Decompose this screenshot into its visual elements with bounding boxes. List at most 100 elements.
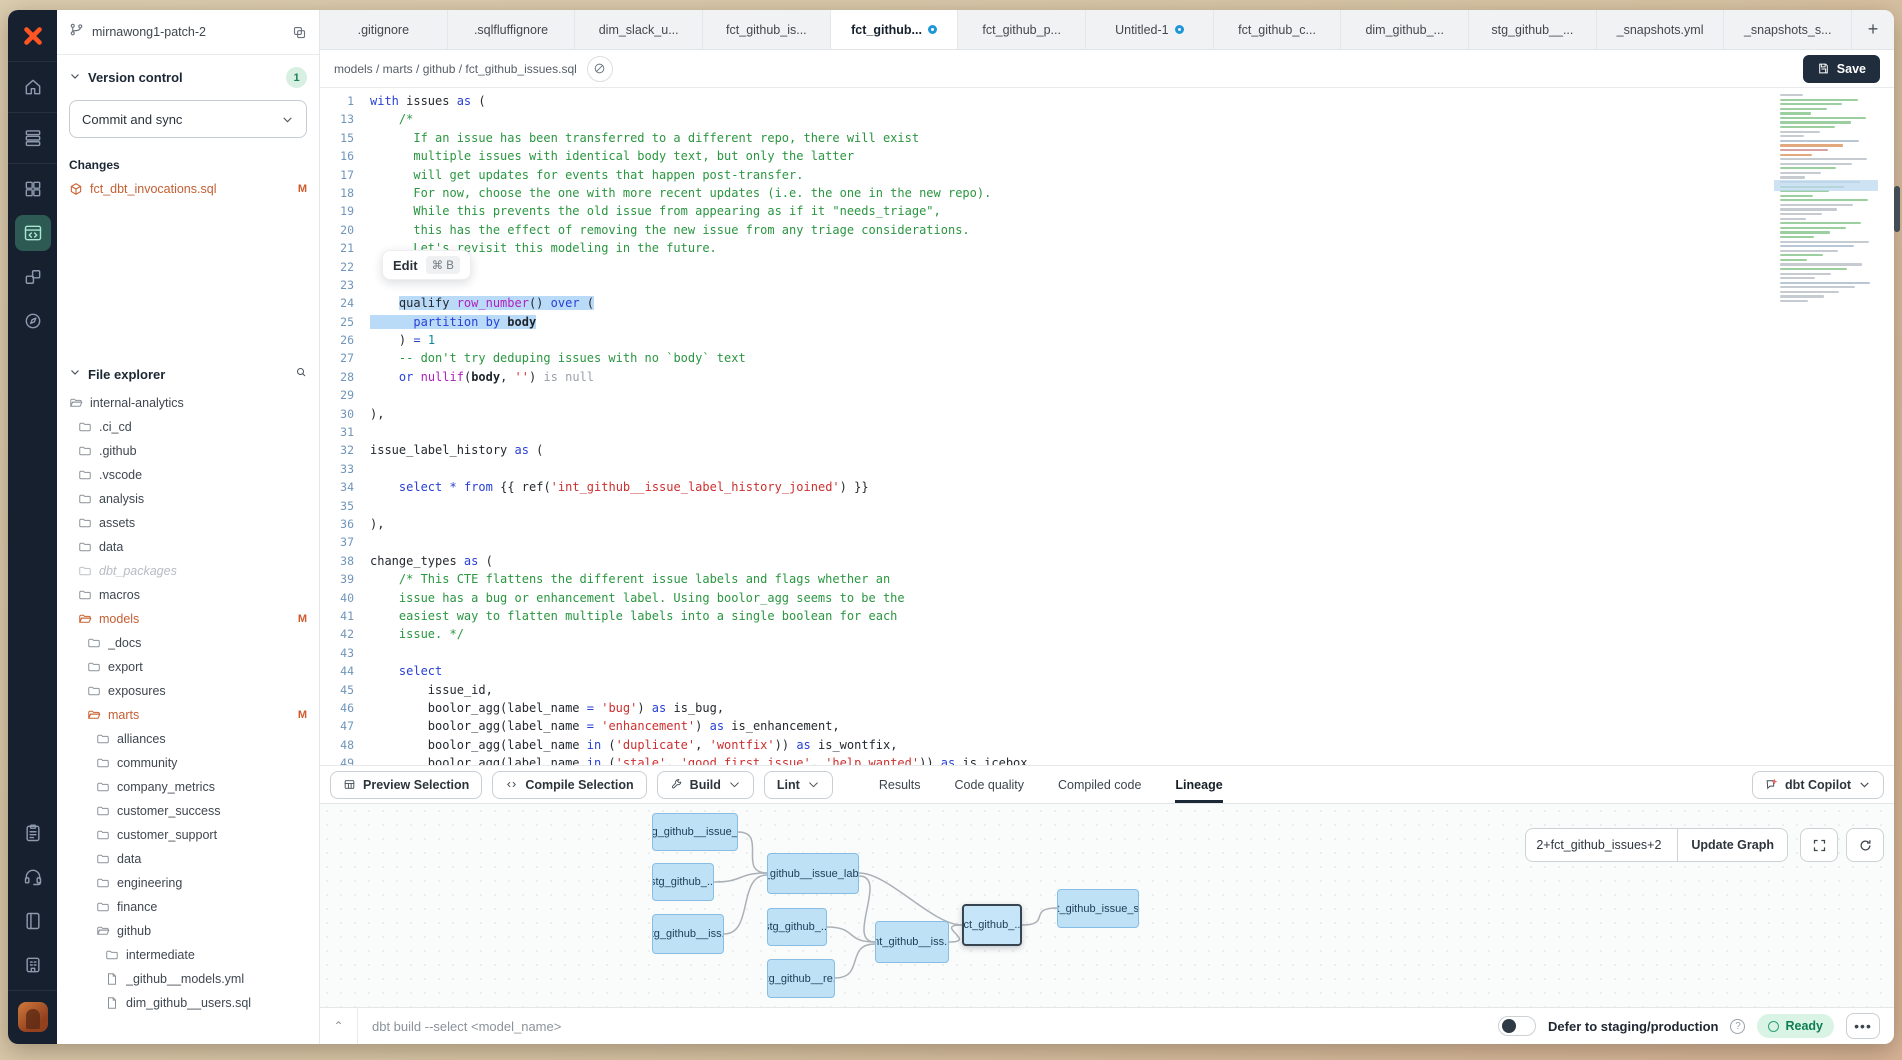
rail-support[interactable] — [15, 859, 51, 895]
file-actions-button[interactable] — [587, 56, 613, 82]
collapse-command-bar[interactable]: ⌃ — [320, 1008, 358, 1044]
code-line[interactable]: 46 boolor_agg(label_name = 'bug') as is_… — [320, 699, 1894, 717]
tree-item-finance[interactable]: finance — [69, 895, 307, 919]
edit-tooltip[interactable]: Edit ⌘ B — [382, 250, 471, 280]
code-line[interactable]: 34 select * from {{ ref('int_github__iss… — [320, 478, 1894, 496]
rail-explore[interactable] — [15, 303, 51, 339]
tab-Untitled-1[interactable]: Untitled-1 — [1086, 10, 1214, 49]
code-line[interactable]: 20 this has the effect of removing the n… — [320, 221, 1894, 239]
chevron-down-icon[interactable] — [69, 69, 81, 87]
tab-dim_github_...[interactable]: dim_github_... — [1341, 10, 1469, 49]
lineage-node-stg_github__iss...[interactable]: stg_github__iss... — [652, 914, 724, 954]
code-line[interactable]: 37 — [320, 533, 1894, 551]
tab-fct_github_is...[interactable]: fct_github_is... — [703, 10, 831, 49]
code-line[interactable]: 43 — [320, 644, 1894, 662]
tree-item-_github__models.yml[interactable]: _github__models.yml — [69, 967, 307, 991]
rail-notes[interactable] — [15, 815, 51, 851]
tree-item-customer_support[interactable]: customer_support — [69, 823, 307, 847]
tree-item-data[interactable]: data — [69, 535, 307, 559]
code-editor[interactable]: 1with issues as (13 /*15 If an issue has… — [320, 88, 1894, 765]
code-line[interactable]: 1with issues as ( — [320, 92, 1894, 110]
code-line[interactable]: 24 qualify row_number() over ( — [320, 294, 1894, 312]
panel-tab-lineage[interactable]: Lineage — [1175, 766, 1222, 803]
lineage-selector-input[interactable] — [1525, 828, 1677, 862]
panel-tab-compiled-code[interactable]: Compiled code — [1058, 766, 1141, 803]
code-line[interactable]: 15 If an issue has been transferred to a… — [320, 129, 1894, 147]
code-line[interactable]: 36), — [320, 515, 1894, 533]
tree-item-alliances[interactable]: alliances — [69, 727, 307, 751]
code-line[interactable]: 45 issue_id, — [320, 681, 1894, 699]
code-line[interactable]: 22 — [320, 258, 1894, 276]
tree-item-macros[interactable]: macros — [69, 583, 307, 607]
code-line[interactable]: 21 Let's revisit this modeling in the fu… — [320, 239, 1894, 257]
tab-fct_github_p...[interactable]: fct_github_p... — [958, 10, 1086, 49]
lineage-node-int_github__iss...[interactable]: int_github__iss... — [875, 921, 949, 963]
update-graph-button[interactable]: Update Graph — [1677, 828, 1788, 862]
tab-stg_github__...[interactable]: stg_github__... — [1469, 10, 1597, 49]
tab-.sqlfluffignore[interactable]: .sqlfluffignore — [448, 10, 576, 49]
code-line[interactable]: 49 boolor_agg(label_name in ('stale', 'g… — [320, 754, 1894, 765]
code-line[interactable]: 26 ) = 1 — [320, 331, 1894, 349]
code-line[interactable]: 31 — [320, 423, 1894, 441]
tab-_snapshots_s...[interactable]: _snapshots_s... — [1724, 10, 1852, 49]
lineage-node-stg_github_...[interactable]: stg_github_... — [652, 863, 714, 901]
code-line[interactable]: 23 — [320, 276, 1894, 294]
code-line[interactable]: 18 For now, choose the one with more rec… — [320, 184, 1894, 202]
lineage-node-int_github__issue_labe...[interactable]: int_github__issue_labe... — [767, 853, 859, 894]
dbt-copilot-button[interactable]: dbt Copilot — [1752, 771, 1884, 799]
lineage-node-stg_github_...[interactable]: stg_github_... — [767, 908, 827, 946]
rail-orchestrate[interactable] — [15, 259, 51, 295]
tree-item-dim_github__users.sql[interactable]: dim_github__users.sql — [69, 991, 307, 1015]
tree-item-dbt_packages[interactable]: dbt_packages — [69, 559, 307, 583]
lineage-node-fct_github_issue_s...[interactable]: fct_github_issue_s... — [1057, 889, 1139, 928]
tree-item-company_metrics[interactable]: company_metrics — [69, 775, 307, 799]
save-button[interactable]: Save — [1803, 55, 1880, 83]
rail-dbt-logo[interactable] — [15, 18, 51, 54]
tree-item-.vscode[interactable]: .vscode — [69, 463, 307, 487]
rail-organization[interactable] — [15, 947, 51, 983]
tree-item-intermediate[interactable]: intermediate — [69, 943, 307, 967]
tree-item-analysis[interactable]: analysis — [69, 487, 307, 511]
panel-tab-results[interactable]: Results — [879, 766, 921, 803]
rail-apps[interactable] — [15, 171, 51, 207]
tree-item-internal-analytics[interactable]: internal-analytics — [69, 391, 307, 415]
code-line[interactable]: 29 — [320, 386, 1894, 404]
code-line[interactable]: 41 easiest way to flatten multiple label… — [320, 607, 1894, 625]
code-line[interactable]: 33 — [320, 460, 1894, 478]
code-line[interactable]: 17 will get updates for events that happ… — [320, 166, 1894, 184]
commit-and-sync-button[interactable]: Commit and sync — [69, 100, 307, 138]
chevron-down-icon[interactable] — [69, 365, 81, 383]
build-button[interactable]: Build — [657, 771, 754, 799]
code-line[interactable]: 19 While this prevents the old issue fro… — [320, 202, 1894, 220]
code-line[interactable]: 38change_types as ( — [320, 552, 1894, 570]
tree-item-engineering[interactable]: engineering — [69, 871, 307, 895]
code-line[interactable]: 16 multiple issues with identical body t… — [320, 147, 1894, 165]
tree-item-_docs[interactable]: _docs — [69, 631, 307, 655]
preview-selection-button[interactable]: Preview Selection — [330, 771, 482, 799]
lineage-node-fct_github_...[interactable]: fct_github_... — [962, 904, 1022, 946]
code-line[interactable]: 40 issue has a bug or enhancement label.… — [320, 589, 1894, 607]
tree-item-customer_success[interactable]: customer_success — [69, 799, 307, 823]
tab-fct_github_c...[interactable]: fct_github_c... — [1214, 10, 1342, 49]
changed-file-row[interactable]: fct_dbt_invocations.sql M — [69, 182, 307, 196]
page-scrollbar[interactable] — [1894, 186, 1900, 232]
code-line[interactable]: 47 boolor_agg(label_name = 'enhancement'… — [320, 717, 1894, 735]
rail-home[interactable] — [15, 69, 51, 105]
search-icon[interactable] — [295, 365, 307, 383]
tree-item-community[interactable]: community — [69, 751, 307, 775]
code-line[interactable]: 32issue_label_history as ( — [320, 441, 1894, 459]
tab-fct_github...[interactable]: fct_github... — [831, 10, 959, 49]
tree-item-.github[interactable]: .github — [69, 439, 307, 463]
more-options-button[interactable]: ••• — [1846, 1013, 1880, 1039]
tree-item-github[interactable]: github — [69, 919, 307, 943]
lineage-node-stg_github__issue_...[interactable]: stg_github__issue_... — [652, 813, 738, 851]
code-line[interactable]: 35 — [320, 497, 1894, 515]
defer-toggle[interactable] — [1498, 1016, 1536, 1036]
tree-item-exposures[interactable]: exposures — [69, 679, 307, 703]
tree-item-export[interactable]: export — [69, 655, 307, 679]
tree-item-data[interactable]: data — [69, 847, 307, 871]
new-tab-button[interactable]: + — [1852, 10, 1894, 49]
code-line[interactable]: 25 partition by body — [320, 313, 1894, 331]
code-line[interactable]: 48 boolor_agg(label_name in ('duplicate'… — [320, 736, 1894, 754]
tab-.gitignore[interactable]: .gitignore — [320, 10, 448, 49]
